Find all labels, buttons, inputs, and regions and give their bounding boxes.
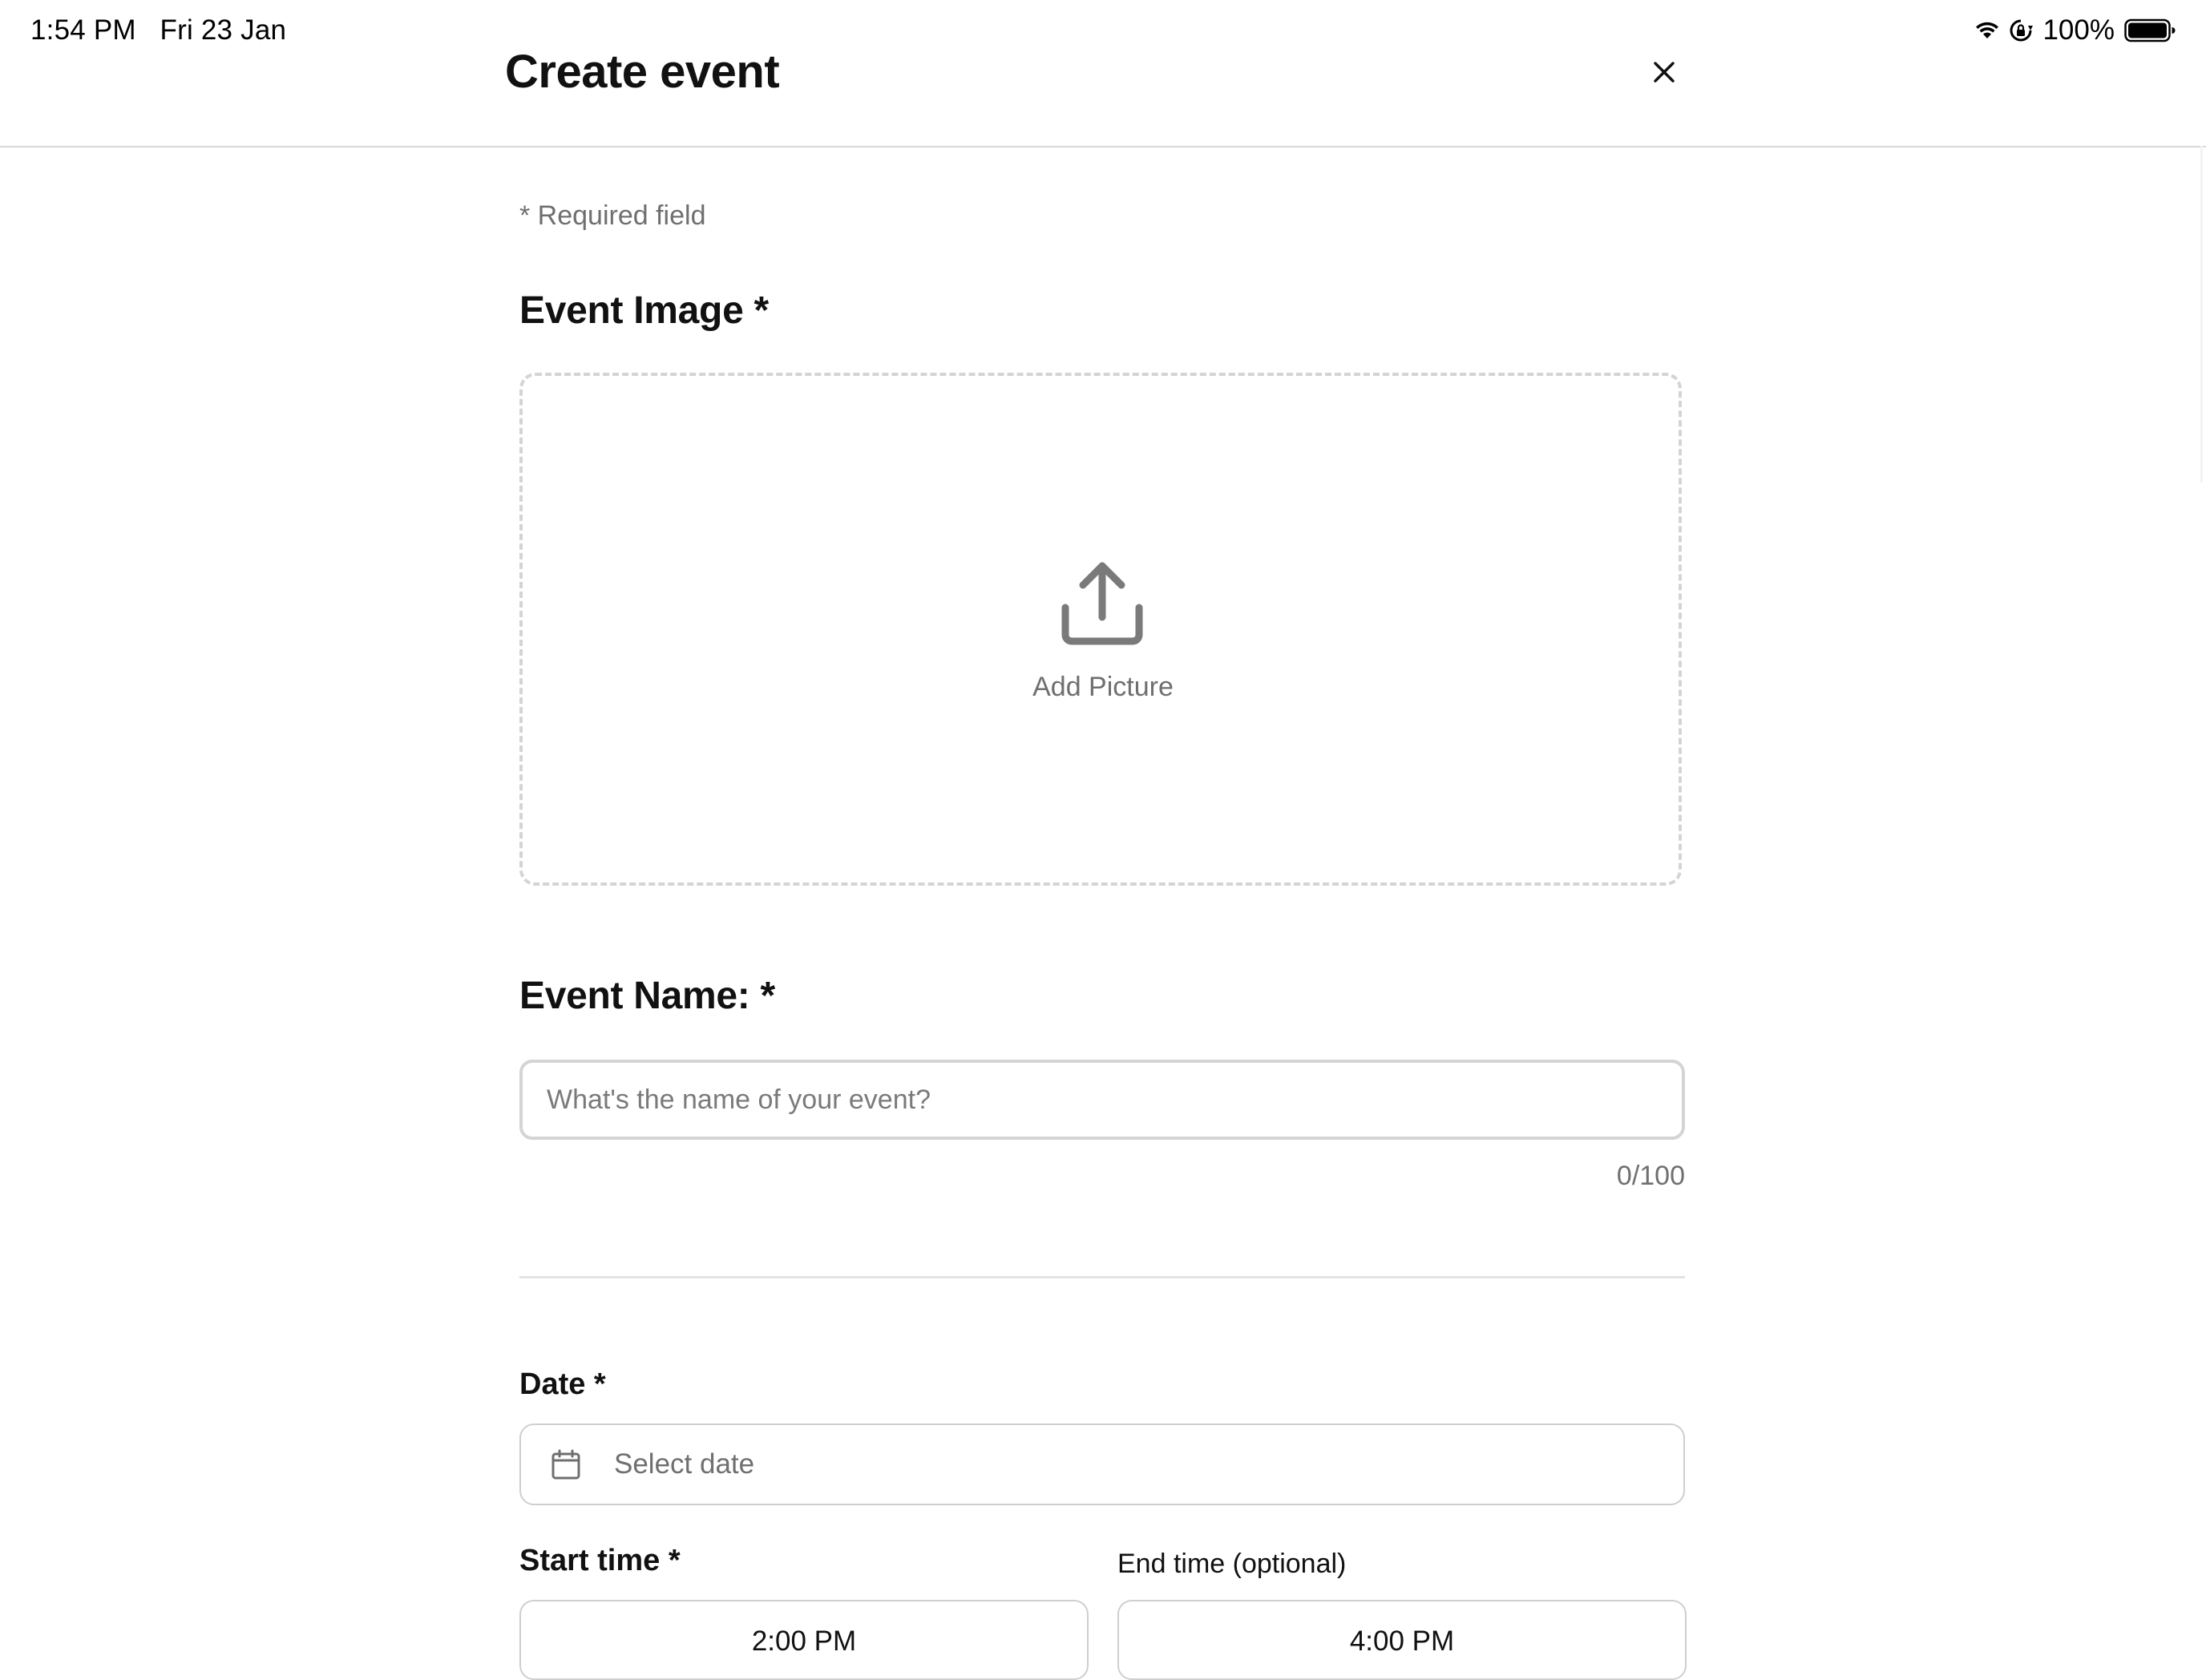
end-time-label: End time (optional) — [1117, 1549, 1347, 1579]
end-time-picker[interactable]: 4:00 PM — [1117, 1600, 1687, 1680]
date-placeholder: Select date — [614, 1448, 755, 1480]
end-time-value: 4:00 PM — [1349, 1625, 1455, 1657]
date-picker-field[interactable]: Select date — [519, 1424, 1685, 1505]
section-divider — [519, 1276, 1685, 1278]
event-name-char-count: 0/100 — [1616, 1161, 1685, 1191]
required-field-note: * Required field — [519, 200, 706, 231]
upload-icon — [1061, 562, 1143, 645]
start-time-value: 2:00 PM — [751, 1625, 857, 1657]
start-time-label: Start time * — [519, 1544, 681, 1577]
calendar-icon — [552, 1449, 580, 1480]
page-title: Create event — [505, 46, 780, 98]
event-name-input[interactable] — [519, 1060, 1685, 1140]
scroll-indicator — [2200, 146, 2203, 483]
close-button[interactable] — [1643, 51, 1685, 93]
modal-header: Create event — [0, 0, 2206, 147]
event-name-label: Event Name: * — [519, 975, 775, 1017]
add-picture-label: Add Picture — [1032, 672, 1174, 702]
event-image-label: Event Image * — [519, 289, 769, 332]
close-icon — [1654, 62, 1675, 83]
start-time-picker[interactable]: 2:00 PM — [519, 1600, 1089, 1680]
date-label: Date * — [519, 1367, 606, 1401]
